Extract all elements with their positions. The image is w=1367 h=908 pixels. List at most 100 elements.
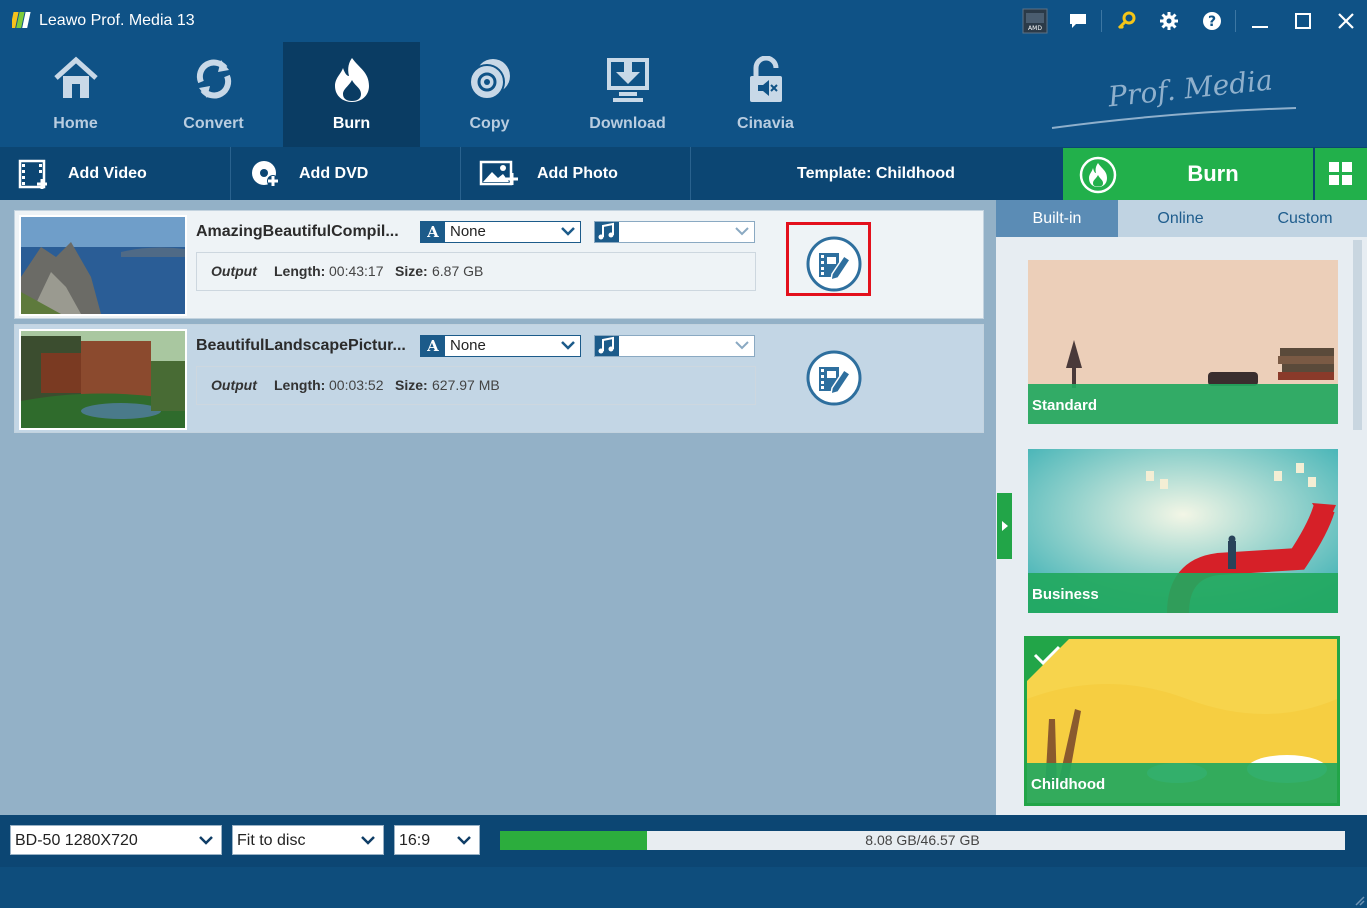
close-icon[interactable]	[1324, 0, 1367, 42]
template-tabs: Built-in Online Custom	[996, 200, 1367, 237]
nav-cinavia-label: Cinavia	[737, 115, 794, 132]
nav-download[interactable]: Download	[559, 42, 696, 147]
subtitle-select[interactable]: A None	[420, 335, 581, 357]
template-indicator[interactable]: Template: Childhood	[690, 147, 1062, 200]
sidebar-scrollbar[interactable]	[1353, 240, 1362, 430]
svg-text:AMD: AMD	[1028, 25, 1042, 32]
add-dvd-label: Add DVD	[299, 164, 369, 182]
nav-convert[interactable]: Convert	[145, 42, 282, 147]
size-value: 6.87 GB	[432, 263, 484, 279]
help-icon[interactable]: ?	[1190, 0, 1233, 42]
download-icon	[606, 58, 649, 102]
convert-icon	[196, 59, 231, 99]
svg-text:?: ?	[1207, 14, 1215, 30]
key-icon[interactable]	[1104, 0, 1147, 42]
length-value: 00:03:52	[329, 377, 384, 393]
disc-type-select[interactable]: BD-50 1280X720	[10, 825, 222, 855]
chevron-down-icon	[561, 227, 575, 236]
nav-copy[interactable]: Copy	[421, 42, 558, 147]
video-thumbnail	[19, 215, 187, 316]
output-label: Output	[211, 377, 257, 393]
disc-type-value: BD-50 1280X720	[15, 832, 138, 849]
length-value: 00:43:17	[329, 263, 384, 279]
audio-track-icon	[595, 222, 619, 242]
subtitle-select[interactable]: A None	[420, 221, 581, 243]
subtitle-value: None	[450, 223, 486, 240]
add-video-button[interactable]: Add Video	[0, 147, 231, 200]
audio-select[interactable]	[594, 335, 755, 357]
disc-usage-text: 8.08 GB/46.57 GB	[865, 832, 980, 848]
nav-convert-label: Convert	[183, 115, 244, 132]
chevron-down-icon	[361, 836, 375, 845]
chevron-down-icon	[457, 836, 471, 845]
app-title: Leawo Prof. Media 13	[39, 12, 195, 29]
template-business[interactable]: Business	[1028, 449, 1338, 613]
output-info: Output Length: 00:03:52 Size: 627.97 MB	[196, 366, 756, 405]
burn-icon	[334, 58, 369, 102]
aspect-ratio-select[interactable]: 16:9	[394, 825, 480, 855]
main-nav: Home Convert Burn Copy Download Cinavia …	[0, 42, 1367, 147]
length-label: Length:	[274, 377, 326, 393]
size-label: Size:	[395, 377, 428, 393]
template-name: Childhood	[1031, 776, 1106, 793]
amd-badge-icon[interactable]: AMD	[1013, 0, 1056, 42]
length-label: Length:	[274, 263, 326, 279]
fit-select[interactable]: Fit to disc	[232, 825, 384, 855]
resize-grip-icon[interactable]	[1353, 894, 1365, 906]
output-label: Output	[211, 263, 257, 279]
template-childhood[interactable]: Childhood	[1024, 636, 1340, 806]
home-icon	[53, 56, 98, 98]
video-thumbnail	[19, 329, 187, 430]
audio-track-icon	[595, 336, 619, 356]
add-video-icon	[18, 159, 47, 189]
add-dvd-button[interactable]: Add DVD	[231, 147, 461, 200]
add-photo-icon	[479, 160, 518, 185]
size-value: 627.97 MB	[432, 377, 500, 393]
burn-button[interactable]: Burn	[1063, 148, 1313, 200]
tab-online[interactable]: Online	[1118, 200, 1243, 237]
nav-burn[interactable]: Burn	[283, 42, 420, 147]
fit-value: Fit to disc	[237, 832, 306, 849]
feedback-icon[interactable]	[1056, 0, 1099, 42]
disc-settings-bar: BD-50 1280X720 Fit to disc 16:9 8.08 GB/…	[0, 815, 1367, 867]
nav-copy-label: Copy	[469, 115, 510, 132]
template-name: Standard	[1032, 397, 1098, 414]
template-standard[interactable]: Standard	[1028, 260, 1338, 424]
minimize-icon[interactable]	[1238, 0, 1281, 42]
burn-label: Burn	[1187, 161, 1239, 186]
add-video-label: Add Video	[68, 164, 147, 182]
sidebar-collapse-button[interactable]	[997, 493, 1012, 559]
app-logo-icon	[12, 12, 31, 28]
size-label: Size:	[395, 263, 428, 279]
chevron-down-icon	[561, 341, 575, 350]
file-row[interactable]: BeautifulLandscapePictur... A None Outpu…	[14, 324, 984, 433]
add-photo-button[interactable]: Add Photo	[461, 147, 691, 200]
title-bar: Leawo Prof. Media 13 AMD ?	[0, 0, 1367, 42]
add-photo-label: Add Photo	[537, 164, 618, 182]
status-bar	[0, 867, 1367, 908]
chevron-down-icon	[199, 836, 213, 845]
nav-home[interactable]: Home	[7, 42, 144, 147]
subtitle-icon: A	[421, 222, 445, 242]
add-dvd-icon	[252, 160, 279, 187]
chevron-right-icon	[1002, 521, 1008, 531]
edit-video-button[interactable]	[806, 350, 862, 406]
file-name: BeautifulLandscapePictur...	[196, 337, 406, 354]
chevron-down-icon	[735, 227, 749, 236]
chevron-down-icon	[735, 341, 749, 350]
nav-cinavia[interactable]: Cinavia	[697, 42, 834, 147]
disc-usage-bar: 8.08 GB/46.57 GB	[500, 831, 1345, 850]
copy-disc-icon	[468, 59, 510, 100]
tab-custom[interactable]: Custom	[1243, 200, 1367, 237]
template-sidebar: Built-in Online Custom Standard Business…	[996, 200, 1367, 815]
grid-view-button[interactable]	[1315, 148, 1367, 200]
audio-select[interactable]	[594, 221, 755, 243]
nav-download-label: Download	[589, 115, 666, 132]
maximize-icon[interactable]	[1281, 0, 1324, 42]
brand-logo: Prof. Media	[1051, 63, 1297, 129]
grid-icon	[1329, 162, 1352, 185]
file-name: AmazingBeautifulCompil...	[196, 223, 399, 240]
cinavia-icon	[749, 56, 782, 102]
settings-icon[interactable]	[1147, 0, 1190, 42]
tab-built-in[interactable]: Built-in	[996, 200, 1118, 237]
